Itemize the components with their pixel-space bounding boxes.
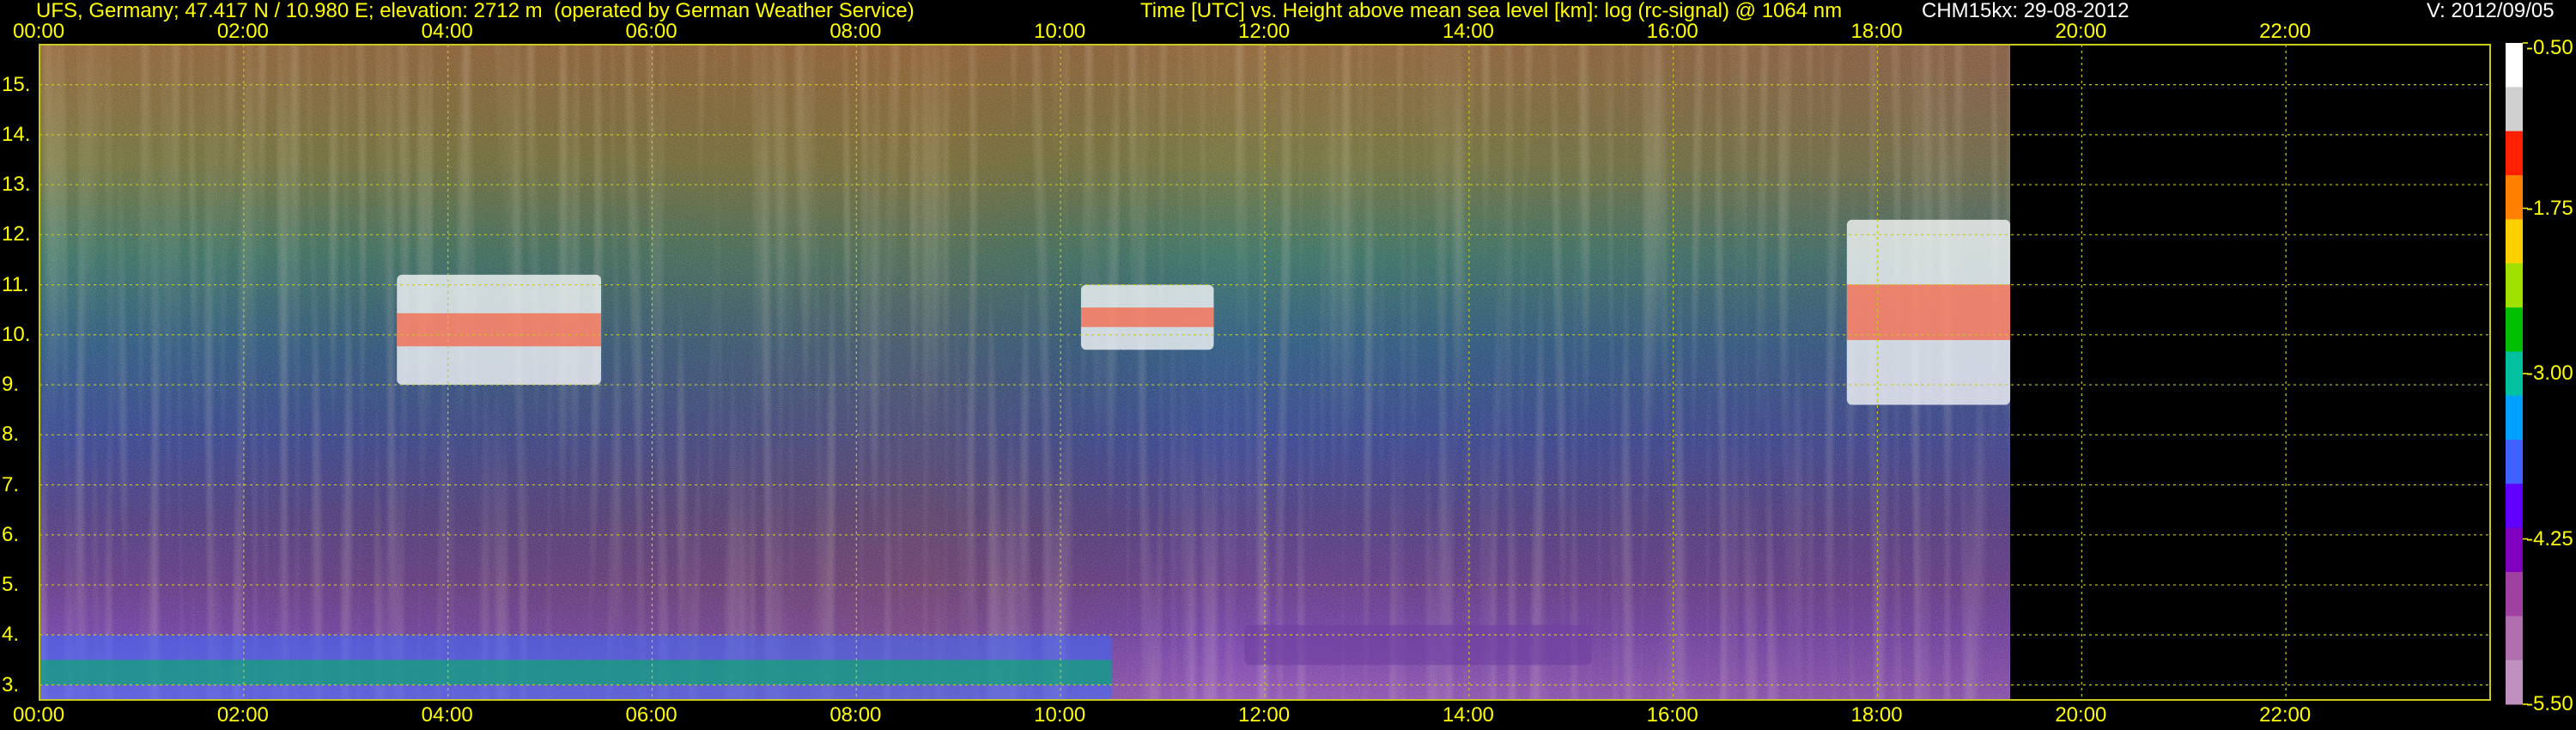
ceilometer-chart	[39, 42, 2528, 705]
colorbar	[2506, 42, 2528, 705]
colorbar-swatch-13	[2506, 616, 2523, 661]
colorbar-swatch-14	[2506, 660, 2523, 705]
feature-cirrus-core-1	[1080, 307, 1214, 327]
feature-cirrus-core-2	[1846, 284, 2011, 340]
colorbar-swatch-7	[2506, 351, 2523, 397]
ceilometer-plot-page: { "header": { "station": "UFS, Germany; …	[0, 0, 2576, 730]
feature-cirrus-core-0	[397, 313, 602, 347]
signal-noise	[39, 45, 2011, 700]
colorbar-swatch-0	[2506, 43, 2523, 88]
colorbar-swatch-5	[2506, 263, 2523, 308]
colorbar-swatch-1	[2506, 87, 2523, 132]
colorbar-swatch-3	[2506, 175, 2523, 220]
colorbar-swatch-6	[2506, 307, 2523, 352]
colorbar-swatch-12	[2506, 572, 2523, 617]
feature-low-cloud-tops-3	[1244, 624, 1592, 666]
colorbar-swatch-10	[2506, 484, 2523, 529]
colorbar-swatch-2	[2506, 131, 2523, 176]
feature-boundary-green-4	[39, 660, 1112, 685]
colorbar-swatch-8	[2506, 395, 2523, 441]
colorbar-swatch-4	[2506, 219, 2523, 265]
colorbar-swatch-9	[2506, 440, 2523, 484]
colorbar-swatch-11	[2506, 527, 2523, 573]
